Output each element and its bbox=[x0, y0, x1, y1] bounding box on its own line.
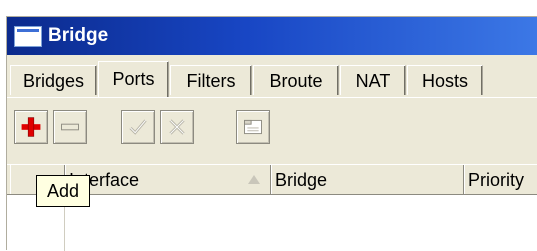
tab-divider bbox=[7, 97, 537, 98]
tab-bridges[interactable]: Bridges bbox=[10, 65, 97, 95]
tab-ports[interactable]: Ports bbox=[98, 61, 169, 97]
title-bar[interactable]: Bridge bbox=[7, 17, 537, 55]
tab-filters[interactable]: Filters bbox=[170, 65, 252, 95]
sort-ascending-icon bbox=[248, 175, 260, 184]
plus-icon bbox=[21, 117, 41, 137]
enable-button[interactable] bbox=[121, 110, 155, 144]
add-tooltip: Add bbox=[36, 175, 90, 207]
tab-hosts[interactable]: Hosts bbox=[407, 65, 483, 95]
x-icon bbox=[169, 119, 185, 135]
toolbar bbox=[7, 106, 537, 148]
remove-button[interactable] bbox=[53, 110, 87, 144]
column-header-interface[interactable]: Interface bbox=[65, 165, 271, 195]
bridge-window: Bridge Bridges Ports Filters Broute NAT … bbox=[6, 16, 537, 251]
tab-bar: Bridges Ports Filters Broute NAT Hosts bbox=[7, 61, 537, 97]
column-header-bridge[interactable]: Bridge bbox=[271, 165, 464, 195]
add-button[interactable] bbox=[14, 110, 48, 144]
column-header-priority[interactable]: Priority bbox=[464, 165, 537, 195]
window-title: Bridge bbox=[48, 25, 109, 46]
disable-button[interactable] bbox=[160, 110, 194, 144]
tab-broute[interactable]: Broute bbox=[253, 65, 339, 95]
check-icon bbox=[129, 119, 147, 135]
comment-button[interactable] bbox=[236, 110, 270, 144]
minus-icon bbox=[61, 123, 79, 131]
note-icon bbox=[244, 119, 262, 135]
tab-nat[interactable]: NAT bbox=[340, 65, 406, 95]
window-icon bbox=[14, 26, 42, 47]
